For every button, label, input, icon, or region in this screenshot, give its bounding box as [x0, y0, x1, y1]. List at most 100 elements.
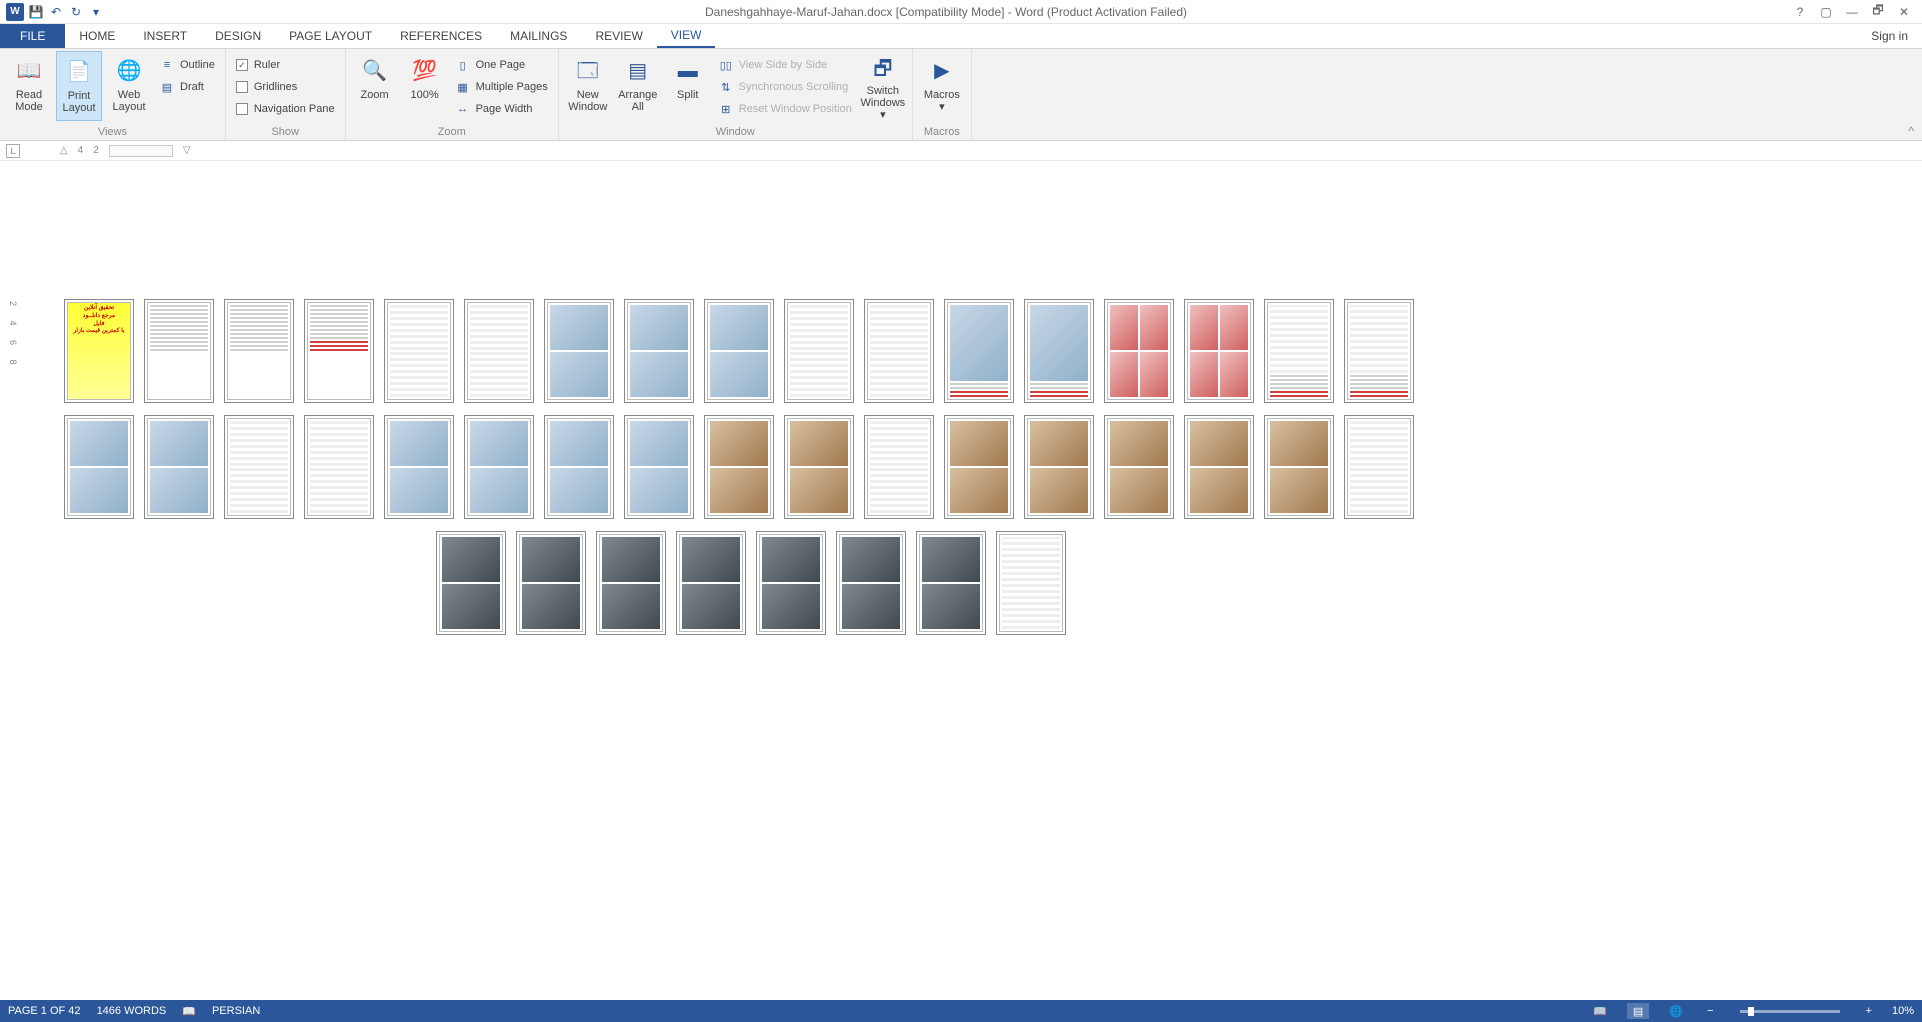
read-mode-icon: 📖	[13, 55, 45, 87]
page-thumbnail[interactable]	[304, 299, 374, 403]
tab-view[interactable]: VIEW	[657, 24, 716, 48]
title-bar: W 💾 ↶ ↻ ▾ Daneshgahhaye-Maruf-Jahan.docx…	[0, 0, 1922, 24]
tab-mailings[interactable]: MAILINGS	[496, 24, 581, 48]
collapse-ribbon-button[interactable]: ^	[1908, 124, 1914, 138]
navigation-pane-checkbox[interactable]: Navigation Pane	[232, 99, 339, 119]
page-thumbnail[interactable]	[516, 531, 586, 635]
horizontal-ruler[interactable]: △ 4 2 ▽	[60, 145, 191, 157]
page-thumbnail[interactable]	[944, 299, 1014, 403]
hundred-percent-button[interactable]: 💯 100%	[402, 51, 448, 121]
one-page-button[interactable]: ▯One Page	[452, 55, 552, 75]
page-thumbnail[interactable]	[596, 531, 666, 635]
page-thumbnail[interactable]	[704, 299, 774, 403]
macros-button[interactable]: ▶ Macros▾	[919, 51, 965, 121]
page-thumbnail[interactable]	[864, 299, 934, 403]
page-thumbnail[interactable]	[756, 531, 826, 635]
zoom-out-button[interactable]: −	[1703, 1005, 1717, 1017]
page-thumbnail[interactable]	[1024, 299, 1094, 403]
page-thumbnail[interactable]	[224, 299, 294, 403]
page-thumbnail[interactable]	[224, 415, 294, 519]
zoom-level[interactable]: 10%	[1892, 1005, 1914, 1017]
page-thumbnail[interactable]	[916, 531, 986, 635]
arrange-all-button[interactable]: ▤ Arrange All	[615, 51, 661, 121]
tab-home[interactable]: HOME	[65, 24, 129, 48]
ruler-checkbox[interactable]: ✓Ruler	[232, 55, 339, 75]
page-thumbnail[interactable]	[384, 415, 454, 519]
read-mode-button[interactable]: 📖 Read Mode	[6, 51, 52, 121]
print-layout-view-button[interactable]: ▤	[1627, 1003, 1649, 1019]
page-thumbnail[interactable]	[676, 531, 746, 635]
page-thumbnail[interactable]	[996, 531, 1066, 635]
page-thumbnail[interactable]	[544, 415, 614, 519]
page-thumbnail[interactable]	[1184, 415, 1254, 519]
undo-icon[interactable]: ↶	[48, 4, 64, 20]
split-button[interactable]: ▬ Split	[665, 51, 711, 121]
zoom-thumb[interactable]	[1748, 1007, 1754, 1016]
page-thumbnail[interactable]	[304, 415, 374, 519]
page-thumbnail[interactable]	[64, 415, 134, 519]
tab-insert[interactable]: INSERT	[129, 24, 201, 48]
page-thumbnail[interactable]	[464, 299, 534, 403]
word-app-icon[interactable]: W	[6, 3, 24, 21]
page-thumbnail[interactable]	[1344, 415, 1414, 519]
tab-page-layout[interactable]: PAGE LAYOUT	[275, 24, 386, 48]
print-layout-button[interactable]: 📄 Print Layout	[56, 51, 102, 121]
page-thumbnail[interactable]	[1264, 415, 1334, 519]
page-thumbnail[interactable]	[1344, 299, 1414, 403]
read-mode-view-button[interactable]: 📖	[1589, 1003, 1611, 1019]
page-thumbnail[interactable]	[436, 531, 506, 635]
page-thumbnail[interactable]	[624, 415, 694, 519]
draft-button[interactable]: ▤Draft	[156, 77, 219, 97]
page-thumbnail[interactable]	[1024, 415, 1094, 519]
redo-icon[interactable]: ↻	[68, 4, 84, 20]
switch-windows-button[interactable]: 🗗 Switch Windows ▾	[860, 51, 906, 121]
web-layout-view-button[interactable]: 🌐	[1665, 1003, 1687, 1019]
page-thumbnail[interactable]	[784, 415, 854, 519]
page-thumbnail[interactable]	[544, 299, 614, 403]
page-thumbnail[interactable]	[144, 299, 214, 403]
page-thumbnail[interactable]	[144, 415, 214, 519]
tab-review[interactable]: REVIEW	[581, 24, 656, 48]
sign-in-link[interactable]: Sign in	[1857, 24, 1922, 48]
restore-button[interactable]: 🗗	[1866, 3, 1890, 21]
page-thumbnail[interactable]	[1104, 415, 1174, 519]
page-thumbnail[interactable]	[864, 415, 934, 519]
qat-customize-icon[interactable]: ▾	[88, 4, 104, 20]
close-button[interactable]: ✕	[1892, 3, 1916, 21]
zoom-button[interactable]: 🔍 Zoom	[352, 51, 398, 121]
page-thumbnail[interactable]	[464, 415, 534, 519]
page-thumbnail[interactable]	[704, 415, 774, 519]
page-thumbnail[interactable]: تحقیق آنلاینمرجع دانلــودفایلبا کمترین ق…	[64, 299, 134, 403]
minimize-button[interactable]: —	[1840, 3, 1864, 21]
window-controls: ? ▢ — 🗗 ✕	[1788, 3, 1922, 21]
page-thumbnail[interactable]	[1264, 299, 1334, 403]
page-number-status[interactable]: PAGE 1 OF 42	[8, 1005, 81, 1017]
page-thumbnail[interactable]	[784, 299, 854, 403]
web-layout-button[interactable]: 🌐 Web Layout	[106, 51, 152, 121]
outline-button[interactable]: ≡Outline	[156, 55, 219, 75]
zoom-in-button[interactable]: +	[1862, 1005, 1876, 1017]
page-thumbnail[interactable]	[1104, 299, 1174, 403]
page-thumbnail[interactable]	[384, 299, 454, 403]
page-thumbnail[interactable]	[944, 415, 1014, 519]
zoom-slider[interactable]	[1740, 1010, 1840, 1013]
page-thumbnail[interactable]	[624, 299, 694, 403]
document-area[interactable]: 2 4 6 8 تحقیق آنلاینمرجع دانلــودفایلبا …	[0, 161, 1922, 1000]
language-status[interactable]: PERSIAN	[212, 1005, 260, 1017]
page-width-button[interactable]: ↔Page Width	[452, 99, 552, 119]
word-count-status[interactable]: 1466 WORDS	[97, 1005, 167, 1017]
save-icon[interactable]: 💾	[28, 4, 44, 20]
new-window-button[interactable]: 🗔 New Window	[565, 51, 611, 121]
help-button[interactable]: ?	[1788, 3, 1812, 21]
tab-design[interactable]: DESIGN	[201, 24, 275, 48]
page-thumbnail[interactable]	[836, 531, 906, 635]
spellcheck-status[interactable]: 📖	[182, 1005, 196, 1018]
vertical-ruler[interactable]: 2 4 6 8	[6, 301, 18, 371]
page-thumbnail[interactable]	[1184, 299, 1254, 403]
tab-references[interactable]: REFERENCES	[386, 24, 496, 48]
gridlines-checkbox[interactable]: Gridlines	[232, 77, 339, 97]
multiple-pages-button[interactable]: ▦Multiple Pages	[452, 77, 552, 97]
tab-file[interactable]: FILE	[0, 24, 65, 48]
ribbon-display-button[interactable]: ▢	[1814, 3, 1838, 21]
tab-selector[interactable]: L	[6, 144, 20, 158]
